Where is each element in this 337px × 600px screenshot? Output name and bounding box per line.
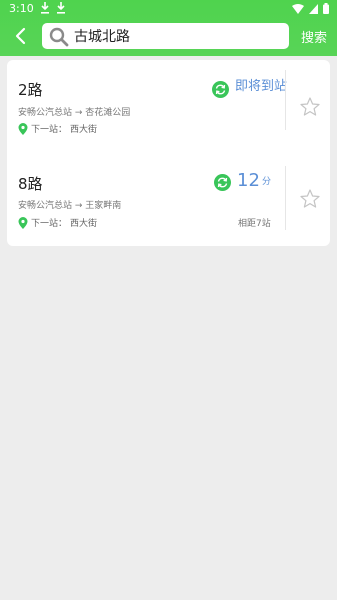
- arrival-unit: 分: [262, 177, 272, 187]
- app-header: 3:10 古城北路 搜索: [0, 0, 337, 56]
- stop-distance: 相距7站: [238, 219, 271, 229]
- route-direction: 安畅公汽总站 → 王家畔南: [18, 201, 122, 211]
- refresh-icon[interactable]: [212, 81, 229, 98]
- status-time: 3:10: [9, 2, 34, 15]
- search-input[interactable]: [74, 25, 279, 47]
- route-direction: 安畅公汽总站 → 杏花滩公园: [18, 108, 131, 118]
- next-stop-row: 下一站： 西大街: [18, 122, 97, 135]
- next-stop-row: 下一站： 西大街: [18, 216, 97, 229]
- location-pin-icon: [18, 122, 28, 135]
- favorite-star-icon[interactable]: [299, 188, 321, 210]
- arrival-minutes: 12: [237, 170, 260, 191]
- battery-icon: [323, 3, 329, 14]
- status-bar: 3:10: [0, 0, 337, 18]
- next-stop-name: 西大街: [70, 219, 98, 229]
- search-button[interactable]: 搜索: [301, 27, 327, 46]
- download-icon: [41, 2, 49, 14]
- back-button[interactable]: [9, 24, 31, 48]
- divider: [285, 70, 286, 130]
- search-icon: [49, 27, 69, 47]
- search-toolbar: 搜索: [0, 20, 337, 52]
- status-icons: [292, 3, 329, 14]
- route-item[interactable]: 8路 安畅公汽总站 → 王家畔南 下一站： 西大街 12 分 相距7站: [7, 158, 330, 244]
- route-name: 2路: [18, 81, 43, 99]
- next-stop-name: 西大街: [70, 125, 98, 135]
- location-pin-icon: [18, 216, 28, 229]
- arrival-status: 即将到站: [235, 79, 288, 94]
- download-icon: [57, 2, 65, 14]
- route-name: 8路: [18, 175, 43, 193]
- favorite-star-icon[interactable]: [299, 96, 321, 118]
- wifi-icon: [292, 3, 304, 14]
- search-box[interactable]: [42, 23, 289, 49]
- next-stop-label: 下一站：: [31, 125, 68, 135]
- divider: [285, 166, 286, 230]
- refresh-icon[interactable]: [214, 174, 231, 191]
- route-item[interactable]: 2路 安畅公汽总站 → 杏花滩公园 下一站： 西大街 即将到站: [7, 60, 330, 146]
- next-stop-label: 下一站：: [31, 219, 68, 229]
- signal-icon: [309, 3, 318, 14]
- back-arrow-icon: [15, 27, 26, 45]
- route-list: 2路 安畅公汽总站 → 杏花滩公园 下一站： 西大街 即将到站 8路 安畅公汽总…: [7, 60, 330, 246]
